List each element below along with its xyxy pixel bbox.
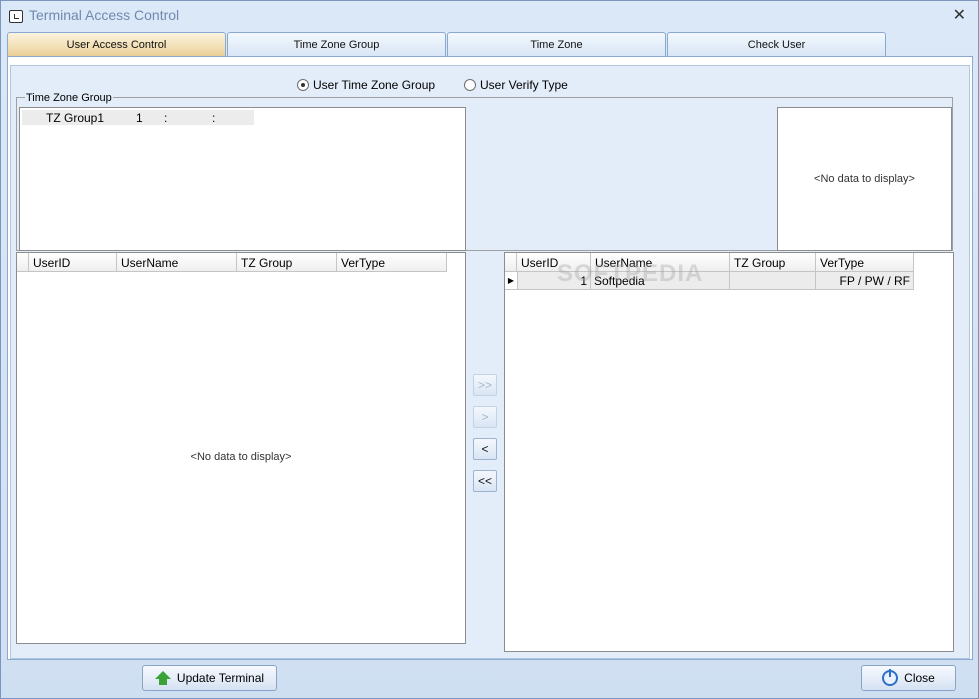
move-all-right-button[interactable]: >> bbox=[473, 374, 497, 396]
move-all-left-button[interactable]: << bbox=[473, 470, 497, 492]
column-header-userid[interactable]: UserID bbox=[29, 253, 117, 272]
update-terminal-button[interactable]: Update Terminal bbox=[142, 665, 277, 691]
column-header-vertype[interactable]: VerType bbox=[337, 253, 447, 272]
tab-check-user[interactable]: Check User bbox=[667, 32, 886, 56]
window-close-icon[interactable]: ✕ bbox=[953, 5, 966, 24]
tz-group-sep: : bbox=[212, 111, 216, 125]
window-title: Terminal Access Control bbox=[29, 7, 180, 23]
column-header-tzgroup[interactable]: TZ Group bbox=[237, 253, 337, 272]
main-window: Terminal Access Control ✕ User Access Co… bbox=[0, 0, 979, 699]
grid-corner bbox=[17, 253, 29, 272]
empty-message: <No data to display> bbox=[814, 173, 915, 185]
tz-group-sep: : bbox=[164, 111, 168, 125]
tab-time-zone-group[interactable]: Time Zone Group bbox=[227, 32, 446, 56]
move-left-button[interactable]: < bbox=[473, 438, 497, 460]
radio-user-verify-type[interactable]: User Verify Type bbox=[464, 78, 568, 92]
column-header-tzgroup[interactable]: TZ Group bbox=[730, 253, 816, 272]
radio-user-time-zone-group[interactable]: User Time Zone Group bbox=[297, 78, 435, 92]
cell-vertype[interactable]: FP / PW / RF bbox=[816, 272, 914, 290]
column-header-vertype[interactable]: VerType bbox=[816, 253, 914, 272]
radio-button-checked[interactable] bbox=[297, 79, 309, 91]
left-user-grid[interactable]: UserID UserName TZ Group VerType <No dat… bbox=[16, 252, 466, 644]
tz-group-name: TZ Group1 bbox=[46, 111, 105, 125]
right-top-panel: <No data to display> bbox=[777, 107, 952, 251]
row-indicator-icon: ▶ bbox=[505, 272, 518, 290]
time-zone-group-list[interactable]: TZ Group1 1 : : bbox=[19, 107, 466, 251]
right-user-grid[interactable]: UserID UserName TZ Group VerType ▶ 1 Sof… bbox=[504, 252, 954, 652]
empty-message: <No data to display> bbox=[190, 451, 292, 463]
power-icon bbox=[882, 669, 899, 686]
tab-user-access-control[interactable]: User Access Control bbox=[7, 32, 226, 56]
clock-app-icon bbox=[9, 10, 23, 23]
tz-group-row[interactable]: TZ Group1 1 : : bbox=[22, 110, 254, 125]
tz-group-value: 1 bbox=[136, 111, 143, 125]
radio-button-unchecked[interactable] bbox=[464, 79, 476, 91]
cell-tzgroup[interactable] bbox=[730, 272, 816, 290]
radio-label: User Verify Type bbox=[480, 78, 568, 92]
close-button[interactable]: Close bbox=[861, 665, 956, 691]
close-label: Close bbox=[904, 671, 935, 685]
grid-header: UserID UserName TZ Group VerType bbox=[17, 253, 447, 272]
time-zone-group-label: Time Zone Group bbox=[25, 92, 113, 104]
column-header-username[interactable]: UserName bbox=[117, 253, 237, 272]
tab-time-zone[interactable]: Time Zone bbox=[447, 32, 666, 56]
watermark-logo: SOFTPEDIA bbox=[557, 260, 704, 287]
move-right-button[interactable]: > bbox=[473, 406, 497, 428]
arrow-up-icon bbox=[154, 671, 171, 685]
title-bar: Terminal Access Control ✕ bbox=[1, 1, 978, 31]
grid-corner bbox=[505, 253, 517, 272]
update-terminal-label: Update Terminal bbox=[176, 671, 265, 685]
radio-label: User Time Zone Group bbox=[313, 78, 436, 92]
